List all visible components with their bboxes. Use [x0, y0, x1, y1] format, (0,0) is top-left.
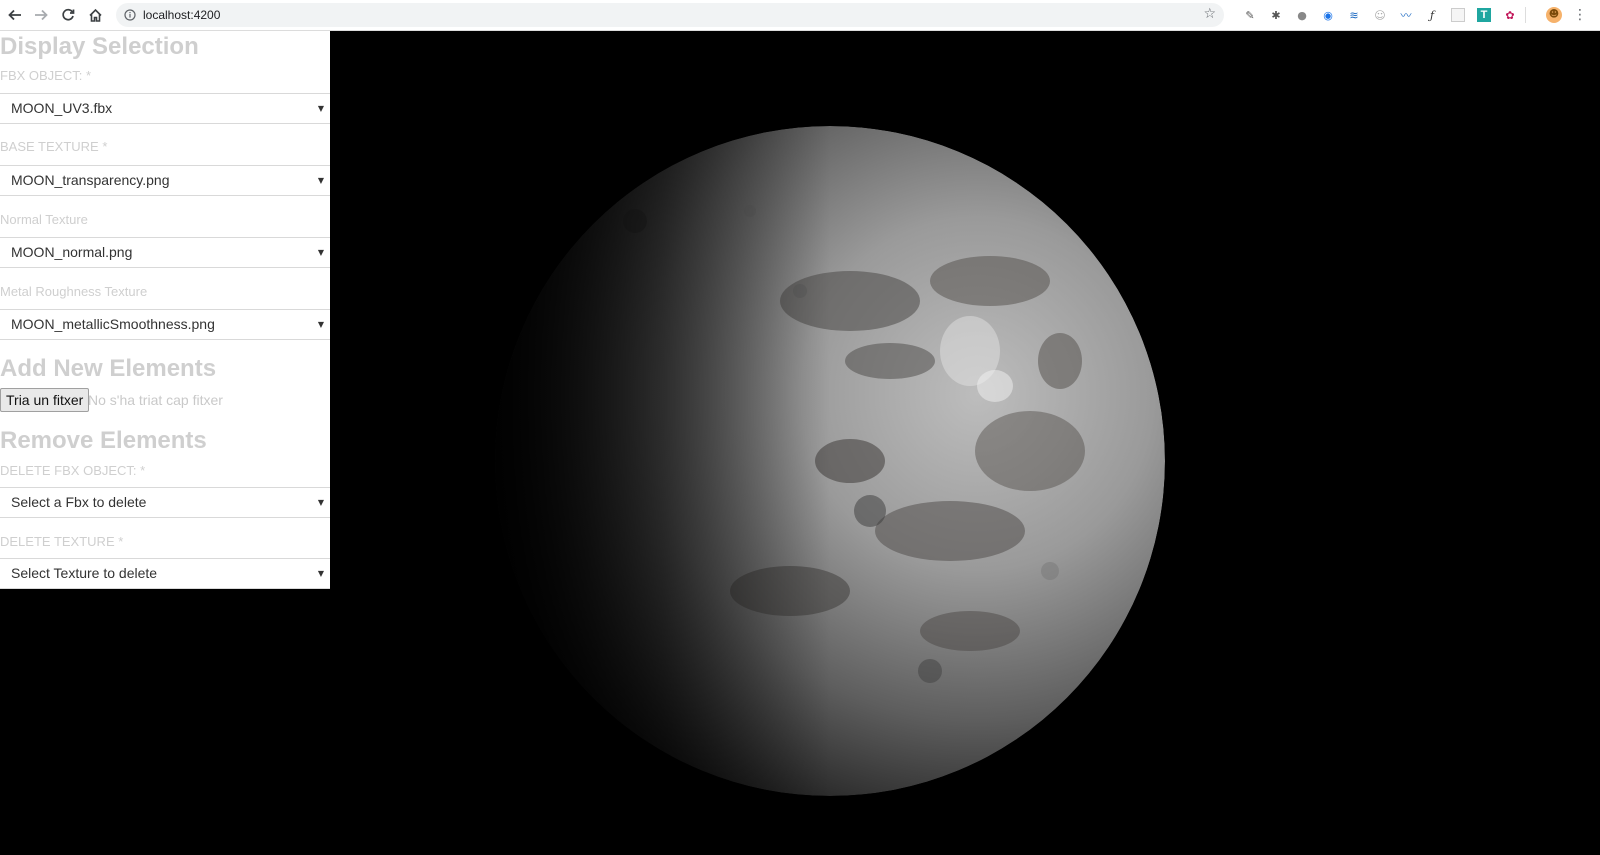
- avatar[interactable]: ☻: [1546, 7, 1562, 23]
- normal-texture-value: MOON_normal.png: [11, 244, 133, 260]
- gear-extension-icon[interactable]: ✱: [1268, 7, 1284, 23]
- caret-down-icon: ▼: [317, 176, 324, 185]
- caret-down-icon: ▼: [317, 320, 324, 329]
- home-button[interactable]: [85, 5, 105, 25]
- normal-texture-select[interactable]: MOON_normal.png ▼: [0, 237, 330, 268]
- wave-extension-icon[interactable]: 〰: [1398, 7, 1414, 23]
- blank-extension-icon[interactable]: [1450, 7, 1466, 23]
- browser-toolbar: localhost:4200 ☆ ✎ ✱ ● ◉ ≋ ☺ 〰 ƒ T ✿ ☻ ⋮: [0, 0, 1600, 31]
- control-panel: Display Selection FBX OBJECT: * MOON_UV3…: [0, 31, 330, 589]
- base-texture-select[interactable]: MOON_transparency.png ▼: [0, 165, 330, 196]
- delete-fbx-select[interactable]: Select a Fbx to delete ▼: [0, 487, 330, 518]
- base-texture-value: MOON_transparency.png: [11, 172, 170, 188]
- t-extension-icon[interactable]: T: [1476, 7, 1492, 23]
- kebab-menu-icon[interactable]: ⋮: [1572, 7, 1588, 23]
- delete-texture-label: DELETE TEXTURE *: [0, 534, 124, 549]
- fbx-object-value: MOON_UV3.fbx: [11, 100, 113, 116]
- base-texture-label: BASE TEXTURE *: [0, 139, 108, 154]
- delete-fbx-label: DELETE FBX OBJECT: *: [0, 463, 146, 478]
- choose-file-button[interactable]: Tria un fitxer: [0, 388, 90, 412]
- metal-roughness-select[interactable]: MOON_metallicSmoothness.png ▼: [0, 309, 330, 340]
- arrow-right-icon: [35, 9, 48, 21]
- metal-roughness-value: MOON_metallicSmoothness.png: [11, 316, 215, 332]
- 3d-viewport[interactable]: [330, 31, 1600, 855]
- moon-render: [495, 126, 1165, 796]
- fbx-object-select[interactable]: MOON_UV3.fbx ▼: [0, 93, 330, 124]
- delete-texture-value: Select Texture to delete: [11, 565, 158, 581]
- ghost-extension-icon[interactable]: ☺: [1372, 7, 1388, 23]
- arrow-left-icon: [8, 9, 21, 21]
- caret-down-icon: ▼: [317, 498, 324, 507]
- metal-roughness-label: Metal Roughness Texture: [0, 284, 148, 299]
- toolbar-divider: [1525, 7, 1526, 23]
- star-icon[interactable]: ☆: [1203, 6, 1216, 22]
- forward-button[interactable]: [31, 5, 51, 25]
- file-status-text: No s'ha triat cap fitxer: [88, 392, 223, 408]
- reload-button[interactable]: [58, 5, 78, 25]
- delete-texture-select[interactable]: Select Texture to delete ▼: [0, 558, 330, 589]
- url-text: localhost:4200: [143, 8, 221, 22]
- normal-texture-label: Normal Texture: [0, 212, 88, 227]
- function-extension-icon[interactable]: ƒ: [1424, 7, 1440, 23]
- eyedropper-extension-icon[interactable]: ✎: [1242, 7, 1258, 23]
- caret-down-icon: ▼: [317, 248, 324, 257]
- address-bar[interactable]: localhost:4200 ☆: [116, 3, 1224, 27]
- flower-extension-icon[interactable]: ✿: [1502, 7, 1518, 23]
- caret-down-icon: ▼: [317, 104, 324, 113]
- delete-fbx-value: Select a Fbx to delete: [11, 494, 147, 510]
- remove-elements-heading: Remove Elements: [0, 427, 207, 454]
- home-icon: [88, 8, 102, 22]
- fbx-object-label: FBX OBJECT: *: [0, 68, 92, 83]
- back-button[interactable]: [5, 5, 25, 25]
- display-selection-heading: Display Selection: [0, 33, 199, 60]
- info-icon[interactable]: [122, 7, 138, 23]
- target-extension-icon[interactable]: ◉: [1320, 7, 1336, 23]
- shield-extension-icon[interactable]: ●: [1294, 7, 1310, 23]
- reload-icon: [62, 8, 75, 21]
- add-new-elements-heading: Add New Elements: [0, 355, 217, 382]
- stack-extension-icon[interactable]: ≋: [1346, 7, 1362, 23]
- caret-down-icon: ▼: [317, 569, 324, 578]
